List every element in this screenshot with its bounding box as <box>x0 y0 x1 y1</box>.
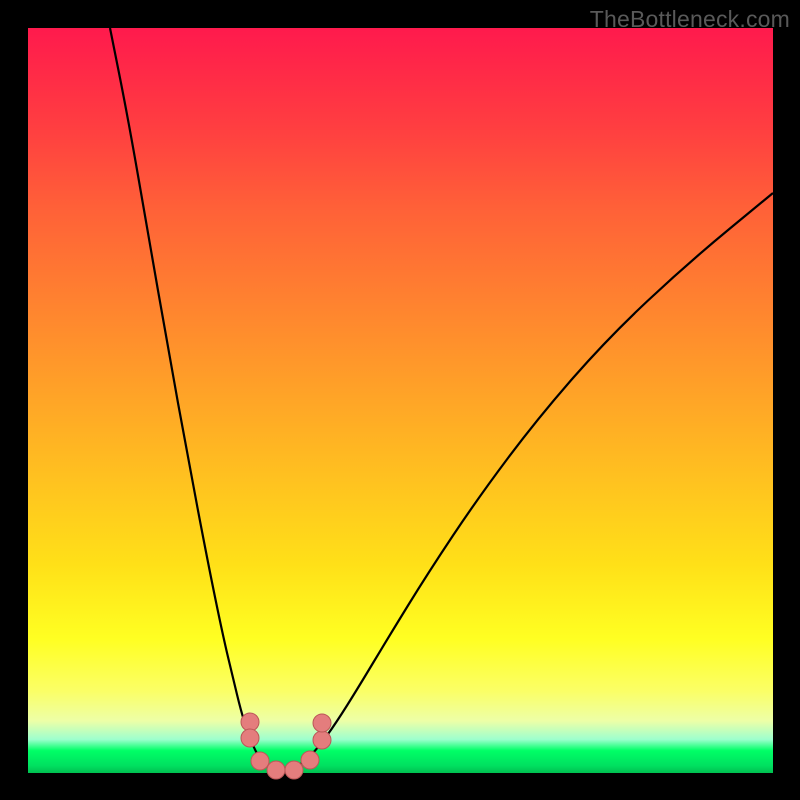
curve-marker <box>267 761 285 779</box>
curve-marker <box>241 729 259 747</box>
watermark-text: TheBottleneck.com <box>590 6 790 33</box>
curve-marker <box>313 731 331 749</box>
curve-markers <box>241 713 331 779</box>
curve-marker <box>301 751 319 769</box>
curve-marker <box>251 752 269 770</box>
plot-area <box>28 28 773 773</box>
curve-marker <box>241 713 259 731</box>
curve-left-branch <box>110 28 281 773</box>
curve-marker <box>313 714 331 732</box>
bottleneck-curve <box>28 28 773 773</box>
curve-marker <box>285 761 303 779</box>
curve-right-branch <box>281 193 773 773</box>
